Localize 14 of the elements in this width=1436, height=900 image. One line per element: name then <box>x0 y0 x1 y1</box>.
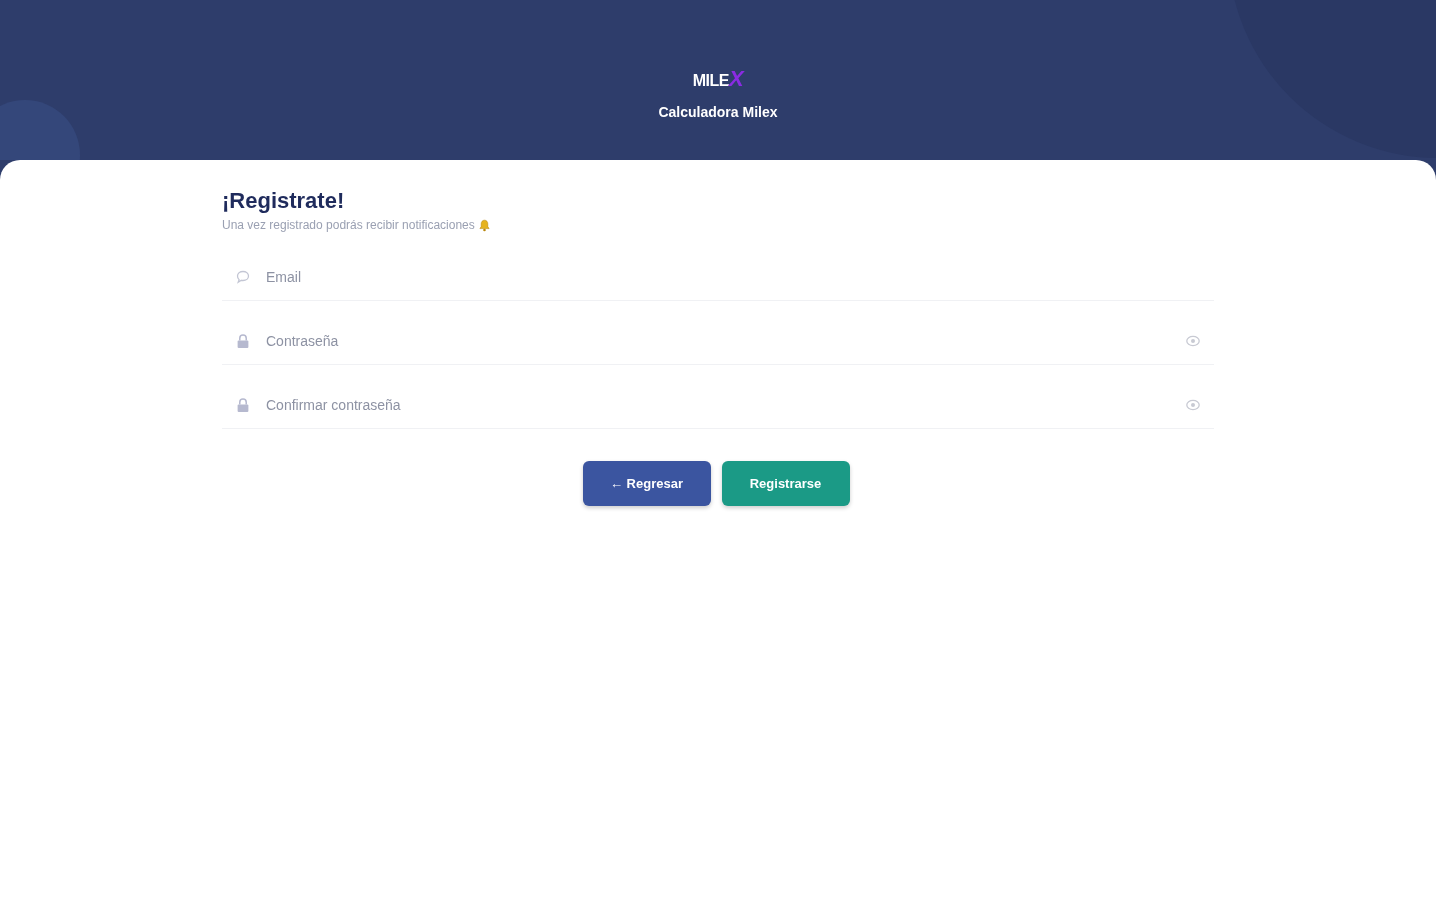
form-title: ¡Registrate! <box>222 187 345 215</box>
lock-icon <box>236 333 250 348</box>
bell-icon <box>478 219 490 232</box>
lock-icon <box>236 397 250 412</box>
password-field[interactable]: Confirmar contraseña <box>266 392 1170 417</box>
password-field[interactable]: Contraseña <box>266 328 1170 353</box>
logo: MILEX <box>692 66 744 93</box>
email-field[interactable]: Email <box>266 264 1200 289</box>
form-subtitle: Una vez registrado podrás recibir notificaciones <box>222 218 475 233</box>
app-title: Calculadora Milex <box>658 103 778 121</box>
eye-icon[interactable] <box>1186 334 1200 347</box>
back-button[interactable]: ← Regresar <box>582 461 711 506</box>
speech-bubble-icon <box>236 269 250 284</box>
eye-icon[interactable] <box>1186 398 1200 411</box>
